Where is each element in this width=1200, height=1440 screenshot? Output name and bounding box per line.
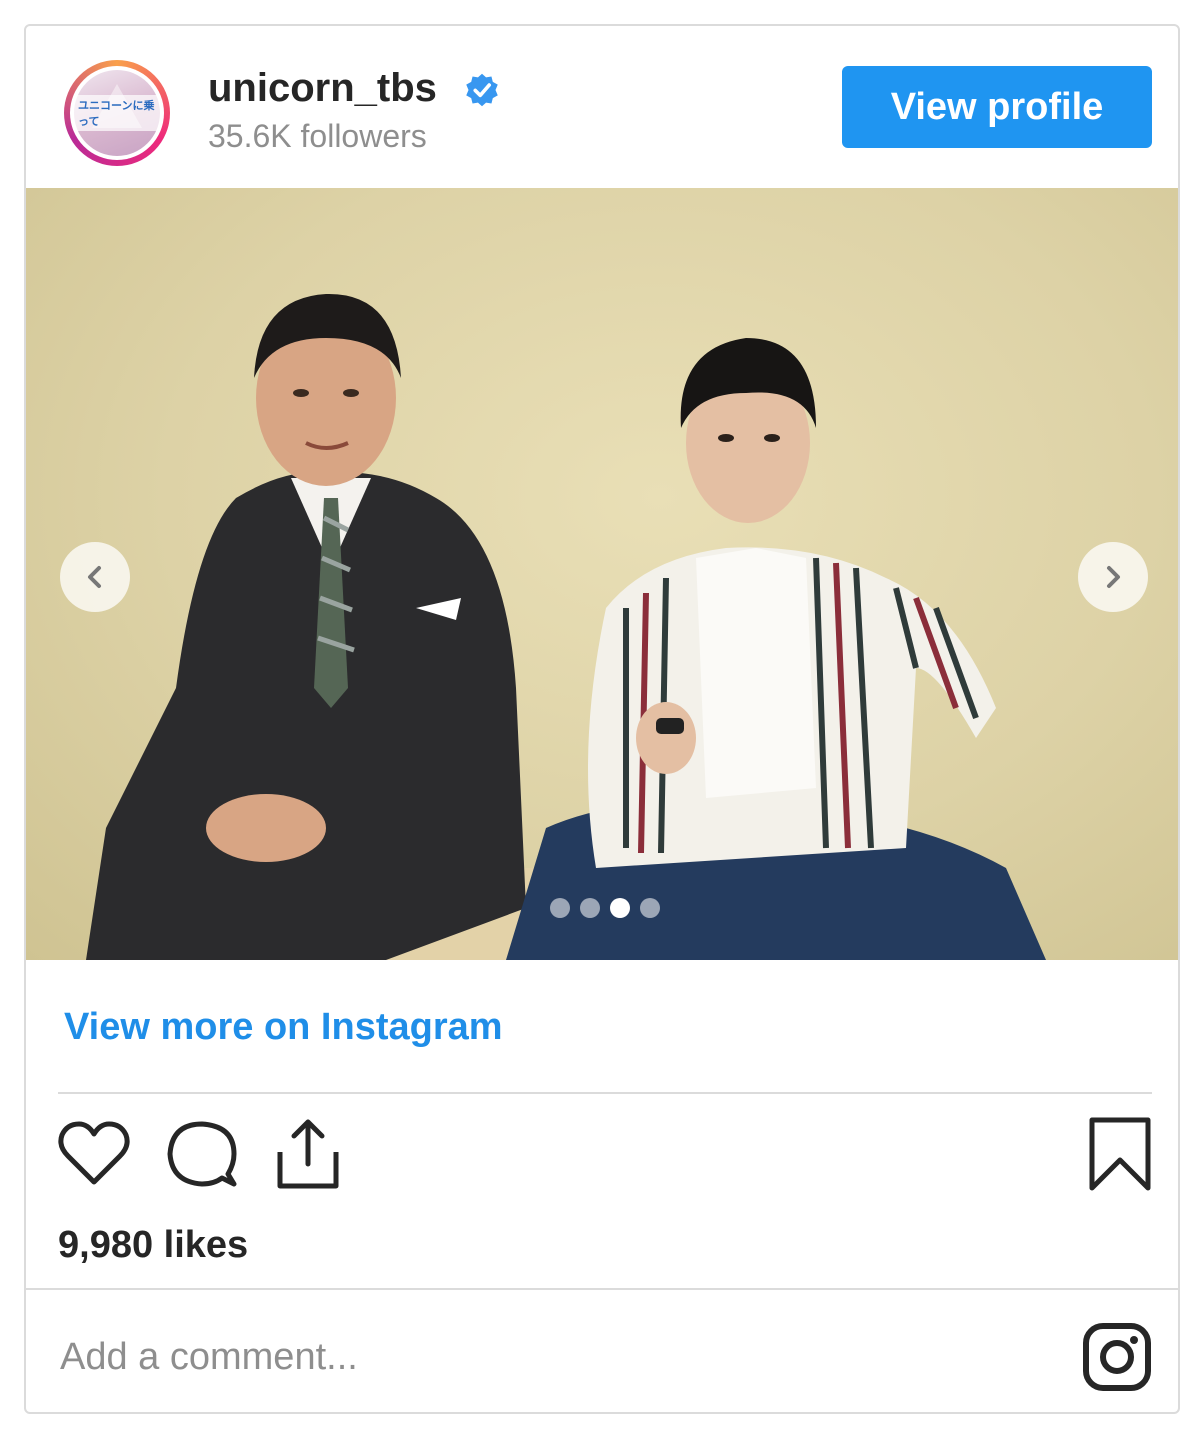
follower-count: 35.6K followers <box>208 118 427 154</box>
avatar[interactable]: ユニコーンに乗って <box>64 60 170 166</box>
carousel-dot <box>610 898 630 918</box>
post-photo[interactable] <box>26 188 1178 960</box>
comment-icon[interactable] <box>164 1116 240 1192</box>
comment-input[interactable] <box>58 1332 1022 1382</box>
carousel-dot <box>580 898 600 918</box>
username[interactable]: unicorn_tbs <box>208 66 437 111</box>
avatar-frame: ユニコーンに乗って <box>70 66 164 160</box>
avatar-image: ユニコーンに乗って <box>74 70 160 156</box>
heart-icon[interactable] <box>56 1116 132 1192</box>
avatar-logo-text: ユニコーンに乗って <box>74 95 160 131</box>
carousel-prev-button[interactable] <box>60 542 130 612</box>
post-header: ユニコーンに乗って unicorn_tbs 35.6K followers Vi… <box>26 26 1178 188</box>
view-profile-button[interactable]: View profile <box>842 66 1152 148</box>
carousel-next-button[interactable] <box>1078 542 1148 612</box>
likes-count: 9,980 likes <box>58 1224 249 1266</box>
divider <box>26 1288 1178 1290</box>
bookmark-icon[interactable] <box>1082 1116 1158 1192</box>
view-more-link[interactable]: View more on Instagram <box>64 1006 503 1049</box>
carousel-dot <box>640 898 660 918</box>
carousel-dot <box>550 898 570 918</box>
chevron-right-icon <box>1107 566 1120 588</box>
verified-badge-icon <box>466 73 498 107</box>
carousel-indicator <box>550 898 660 918</box>
instagram-icon[interactable] <box>1082 1322 1152 1392</box>
action-bar <box>26 1116 1178 1196</box>
divider <box>58 1092 1152 1094</box>
instagram-embed-card: ユニコーンに乗って unicorn_tbs 35.6K followers Vi… <box>24 24 1180 1414</box>
share-icon[interactable] <box>270 1116 346 1192</box>
chevron-left-icon <box>88 566 101 588</box>
photo-person-striped-shirt <box>506 338 1046 960</box>
